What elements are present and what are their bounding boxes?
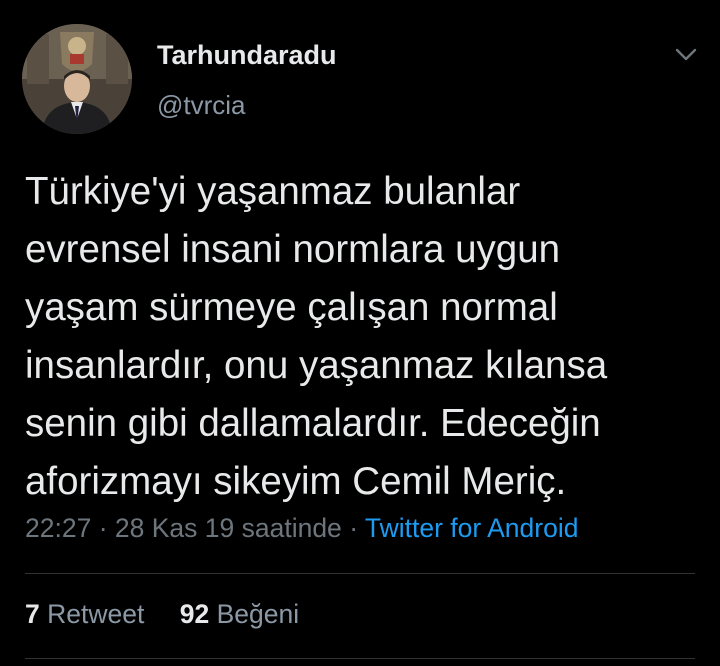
likes-stat[interactable]: 92 Beğeni [180,599,299,629]
chevron-down-icon[interactable] [671,42,701,66]
retweets-stat[interactable]: 7 Retweet [25,599,152,629]
retweets-count: 7 [25,599,40,629]
likes-label: Beğeni [216,599,300,629]
portrait-avatar [22,24,132,134]
divider [25,573,695,574]
tweet-source-link[interactable]: Twitter for Android [365,513,579,543]
avatar[interactable] [22,24,132,134]
meta-separator: · [98,513,108,543]
display-name[interactable]: Tarhundaradu [157,40,337,71]
meta-separator: · [349,513,359,543]
tweet-metadata: 22:27 · 28 Kas 19 saatinde · Twitter for… [25,513,578,544]
tweet-text: Türkiye'yi yaşanmaz bulanlar evrensel in… [25,170,608,503]
tweet-time[interactable]: 22:27 [25,513,91,543]
retweets-label: Retweet [47,599,145,629]
tweet-date[interactable]: 28 Kas 19 saatinde [115,513,342,543]
divider [25,658,695,659]
engagement-stats: 7 Retweet 92 Beğeni [25,599,327,630]
user-handle[interactable]: @tvrcia [157,90,246,121]
likes-count: 92 [179,599,210,629]
